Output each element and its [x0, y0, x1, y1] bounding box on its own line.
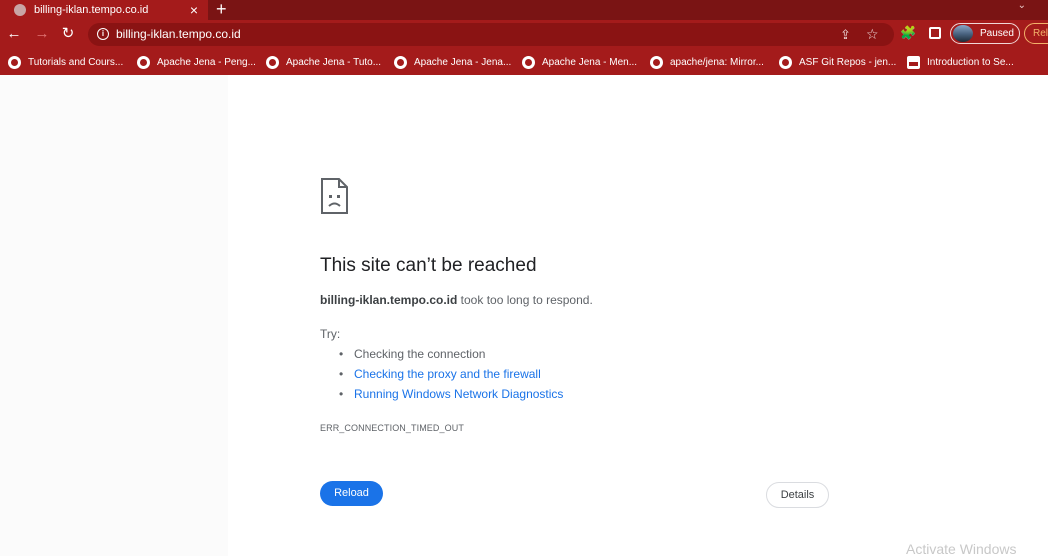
proxy-firewall-link[interactable]: Checking the proxy and the firewall	[354, 367, 541, 381]
bookmark-label: Apache Jena - Peng...	[157, 56, 256, 68]
reload-page-button[interactable]: ↻	[58, 23, 78, 45]
relaunch-button[interactable]: Rel	[1024, 23, 1048, 44]
bookmark-label: Apache Jena - Jena...	[414, 56, 512, 68]
error-message: took too long to respond.	[457, 293, 593, 307]
profile-button[interactable]: Paused	[950, 23, 1020, 44]
site-info-icon[interactable]: i	[97, 28, 109, 40]
globe-icon	[522, 55, 535, 69]
bookmark-item[interactable]: apache/jena: Mirror...	[650, 54, 764, 70]
page-margin	[0, 75, 228, 556]
error-code: ERR_CONNECTION_TIMED_OUT	[320, 423, 464, 433]
error-host: billing-iklan.tempo.co.id	[320, 293, 458, 307]
bookmark-label: ASF Git Repos - jen...	[799, 56, 897, 68]
bookmarks-bar: Tutorials and Cours... Apache Jena - Pen…	[0, 49, 1048, 75]
extensions-icon[interactable]: 🧩	[900, 24, 916, 42]
bookmark-label: Tutorials and Cours...	[28, 56, 124, 68]
tab-search-icon[interactable]: ⌄	[1018, 0, 1026, 12]
side-panel-icon[interactable]	[929, 27, 941, 39]
close-tab-icon[interactable]: ×	[190, 2, 198, 18]
try-label: Try:	[320, 327, 341, 341]
bookmark-item[interactable]: Apache Jena - Men...	[522, 54, 637, 70]
error-description: billing-iklan.tempo.co.id took too long …	[320, 293, 593, 307]
list-item[interactable]: Running Windows Network Diagnostics	[339, 387, 563, 407]
bookmark-label: apache/jena: Mirror...	[670, 56, 764, 68]
list-item: Checking the connection	[339, 347, 563, 367]
bookmark-item[interactable]: Apache Jena - Jena...	[394, 54, 511, 70]
bookmark-star-icon[interactable]: ☆	[866, 25, 879, 43]
url-text[interactable]: billing-iklan.tempo.co.id	[116, 27, 241, 41]
page-icon	[907, 55, 920, 69]
bookmark-item[interactable]: Apache Jena - Tuto...	[266, 54, 381, 70]
network-diagnostics-link[interactable]: Running Windows Network Diagnostics	[354, 387, 563, 401]
globe-icon	[779, 55, 792, 69]
tab-title: billing-iklan.tempo.co.id	[34, 4, 149, 16]
globe-icon	[137, 55, 150, 69]
bookmark-item[interactable]: Introduction to Se...	[907, 54, 1014, 70]
back-button[interactable]: ←	[4, 23, 24, 45]
suggestions-list: Checking the connection Checking the pro…	[339, 347, 563, 407]
avatar	[953, 25, 973, 42]
forward-button[interactable]: →	[32, 23, 52, 45]
globe-icon	[394, 55, 407, 69]
bookmark-label: Apache Jena - Tuto...	[286, 56, 382, 68]
activate-windows-watermark: Activate Windows	[906, 541, 1017, 557]
bookmark-label: Introduction to Se...	[927, 56, 1014, 68]
new-tab-button[interactable]: +	[216, 0, 227, 19]
share-icon[interactable]: ⇪	[840, 26, 851, 43]
bookmark-item[interactable]: Apache Jena - Peng...	[137, 54, 256, 70]
sad-document-icon	[321, 178, 348, 214]
address-bar[interactable]: i billing-iklan.tempo.co.id ⇪ ☆	[88, 23, 894, 46]
list-item[interactable]: Checking the proxy and the firewall	[339, 367, 563, 387]
error-page: This site can’t be reached billing-iklan…	[0, 75, 1048, 557]
bookmark-item[interactable]: ASF Git Repos - jen...	[779, 54, 896, 70]
bookmark-item[interactable]: Tutorials and Cours...	[8, 54, 123, 70]
reload-button[interactable]: Reload	[320, 481, 383, 506]
suggestion-text: Checking the connection	[354, 347, 486, 361]
globe-icon	[14, 4, 26, 16]
github-icon	[650, 55, 663, 69]
bookmark-label: Apache Jena - Men...	[542, 56, 638, 68]
page-title: This site can’t be reached	[320, 255, 537, 276]
globe-icon	[266, 55, 279, 69]
toolbar: ← → ↻ i billing-iklan.tempo.co.id ⇪ ☆	[0, 20, 1048, 49]
tab-strip: billing-iklan.tempo.co.id × + ⌄	[0, 0, 1048, 20]
active-tab[interactable]: billing-iklan.tempo.co.id ×	[0, 0, 208, 20]
details-button[interactable]: Details	[766, 482, 829, 508]
profile-label: Paused	[980, 28, 1014, 39]
globe-icon	[8, 55, 21, 69]
